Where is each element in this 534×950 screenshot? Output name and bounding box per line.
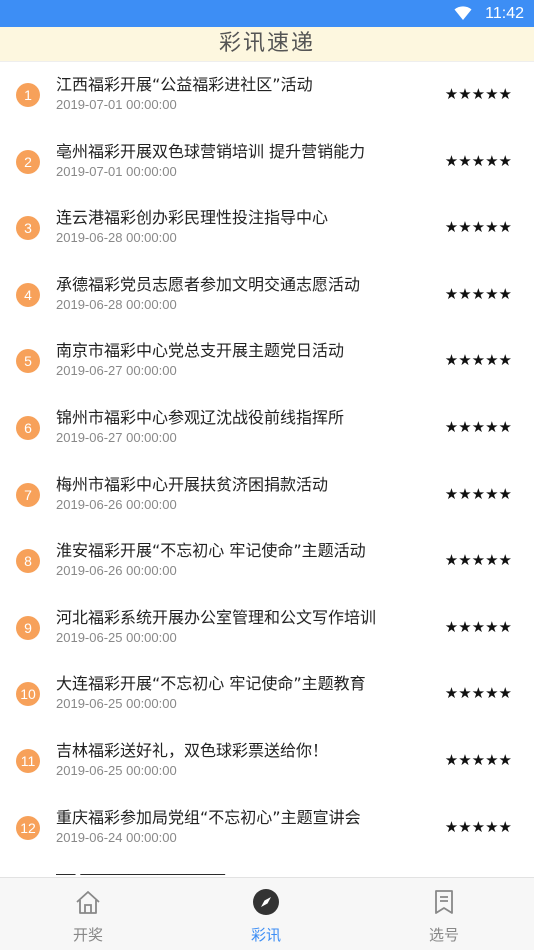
tab-label: 彩讯: [250, 926, 281, 944]
star-rating: ★★★★★: [444, 218, 512, 237]
news-title: 重庆福彩参加局党组“不忘初心”主题宣讲会: [56, 807, 361, 827]
news-date: 2019-06-26 00:00:00: [56, 496, 177, 512]
rank-badge: 11: [16, 749, 40, 773]
news-date: 2019-06-28 00:00:00: [56, 296, 177, 312]
news-item[interactable]: 8 淮安福彩开展“不忘初心 牢记使命”主题活动 2019-06-26 00:00:0…: [0, 528, 534, 594]
news-date: 2019-06-25 00:00:00: [56, 696, 177, 712]
news-item[interactable]: 2 亳州福彩开展双色球营销培训 提升营销能力 2019-07-01 00:00:00…: [0, 129, 534, 195]
news-list[interactable]: ━━ ━━━━━━━━━━━━━━━ 1江西福彩开展“公益福彩进社区”活动201…: [0, 62, 534, 877]
compass-icon: [253, 889, 279, 915]
tab-label: 选号: [428, 926, 459, 944]
rank-badge: 4: [16, 282, 40, 307]
news-item[interactable]: 3 连云港福彩创办彩民理性投注指导中心 2019-06-28 00:00:00 ★★★…: [0, 195, 534, 261]
star-rating: ★★★★★: [444, 351, 512, 370]
star-rating: ★★★★★: [444, 817, 512, 836]
home-icon: [76, 891, 100, 914]
rank-badge: 5: [16, 349, 40, 374]
rank-badge: 7: [16, 482, 40, 507]
news-date: 2019-06-27 00:00:00: [56, 430, 177, 445]
star-rating: ★★★★★: [444, 684, 512, 703]
news-item[interactable]: 11 吉林福彩送好礼，双色球彩票送给你！ 2019-06-25 00:00:00 ★★…: [0, 728, 534, 794]
news-item[interactable]: 7 梅州市福彩中心开展扶贫济困捐款活动 2019-06-26 00:00:00 ★★★…: [0, 462, 534, 528]
wifi-icon: [454, 6, 472, 20]
tab-draw-results[interactable]: 开奖: [28, 878, 148, 950]
header: 彩讯速递: [0, 27, 534, 62]
rank-badge: 8: [16, 549, 40, 574]
news-date: 2019-06-28 00:00:00: [56, 230, 177, 246]
news-title: 大连福彩开展“不忘初心 牢记使命”主题教育: [56, 674, 366, 694]
news-item[interactable]: 6 锦州市福彩中心参观辽沈战役前线指挥所 2019-06-27 00:00:00 ★★…: [0, 395, 534, 461]
news-date: 2019-06-26 00:00:00: [56, 563, 177, 579]
bottom-tab-bar: 开奖 彩讯 选号: [0, 877, 534, 950]
rank-badge: 2: [16, 149, 40, 174]
tab-label: 开奖: [72, 926, 103, 944]
news-date: 2019-07-01 00:00:00: [56, 163, 177, 179]
tab-number-picker[interactable]: 选号: [384, 878, 504, 950]
star-rating: ★★★★★: [444, 751, 512, 769]
star-rating: ★★★★★: [444, 484, 512, 503]
rank-badge: 9: [16, 615, 40, 640]
news-item[interactable]: 12 重庆福彩参加局党组“不忘初心”主题宣讲会 2019-06-24 00:00:0…: [0, 795, 534, 861]
news-date: 2019-06-27 00:00:00: [56, 363, 177, 379]
news-title: 江西福彩开展“公益福彩进社区”活动: [56, 75, 313, 94]
news-title: 南京市福彩中心党总支开展主题党日活动: [56, 341, 345, 361]
news-item[interactable]: 5 南京市福彩中心党总支开展主题党日活动 2019-06-27 00:00:00 ★★…: [0, 328, 534, 394]
news-item[interactable]: 1 江西福彩开展“公益福彩进社区”活动 2019-07-01 00:00:00 ★★★…: [0, 62, 534, 128]
news-date: 2019-06-25 00:00:00: [56, 629, 177, 645]
rank-badge: 1: [16, 83, 40, 107]
star-rating: ★★★★★: [444, 284, 512, 303]
rank-badge: 12: [16, 815, 40, 840]
news-item[interactable]: 9 河北福彩系统开展办公室管理和公文写作培训 2019-06-25 00:00:00…: [0, 595, 534, 661]
rank-badge: 10: [16, 682, 40, 707]
news-title: 淮安福彩开展“不忘初心 牢记使命”主题活动: [56, 541, 366, 561]
star-rating: ★★★★★: [444, 151, 512, 170]
tab-news[interactable]: 彩讯: [206, 878, 326, 950]
bookmark-icon: [435, 890, 453, 914]
news-item[interactable]: 4 承德福彩党员志愿者参加文明交通志愿活动 2019-06-28 00:00:00 ★…: [0, 262, 534, 328]
news-title: 梅州市福彩中心开展扶贫济困捐款活动: [56, 474, 329, 494]
news-title: 锦州市福彩中心参观辽沈战役前线指挥所: [56, 408, 345, 427]
rank-badge: 3: [16, 216, 40, 241]
rank-badge: 6: [16, 416, 40, 440]
star-rating: ★★★★★: [444, 85, 512, 103]
status-bar: 11:42: [0, 0, 534, 27]
news-title: 连云港福彩创办彩民理性投注指导中心: [56, 208, 329, 228]
star-rating: ★★★★★: [444, 551, 512, 570]
news-date: 2019-06-25 00:00:00: [56, 763, 177, 778]
news-title: 吉林福彩送好礼，双色球彩票送给你！: [56, 741, 329, 760]
news-title: 河北福彩系统开展办公室管理和公文写作培训: [56, 607, 377, 627]
news-title: 亳州福彩开展双色球营销培训 提升营销能力: [56, 141, 366, 161]
news-item[interactable]: 10 大连福彩开展“不忘初心 牢记使命”主题教育 2019-06-25 00:00:…: [0, 661, 534, 727]
news-date: 2019-06-24 00:00:00: [56, 829, 177, 845]
clock: 11:42: [485, 5, 524, 22]
page-title: 彩讯速递: [218, 31, 315, 56]
news-date: 2019-07-01 00:00:00: [56, 97, 177, 112]
news-title: 承德福彩党员志愿者参加文明交通志愿活动: [56, 274, 361, 294]
star-rating: ★★★★★: [444, 418, 512, 436]
star-rating: ★★★★★: [444, 617, 512, 636]
